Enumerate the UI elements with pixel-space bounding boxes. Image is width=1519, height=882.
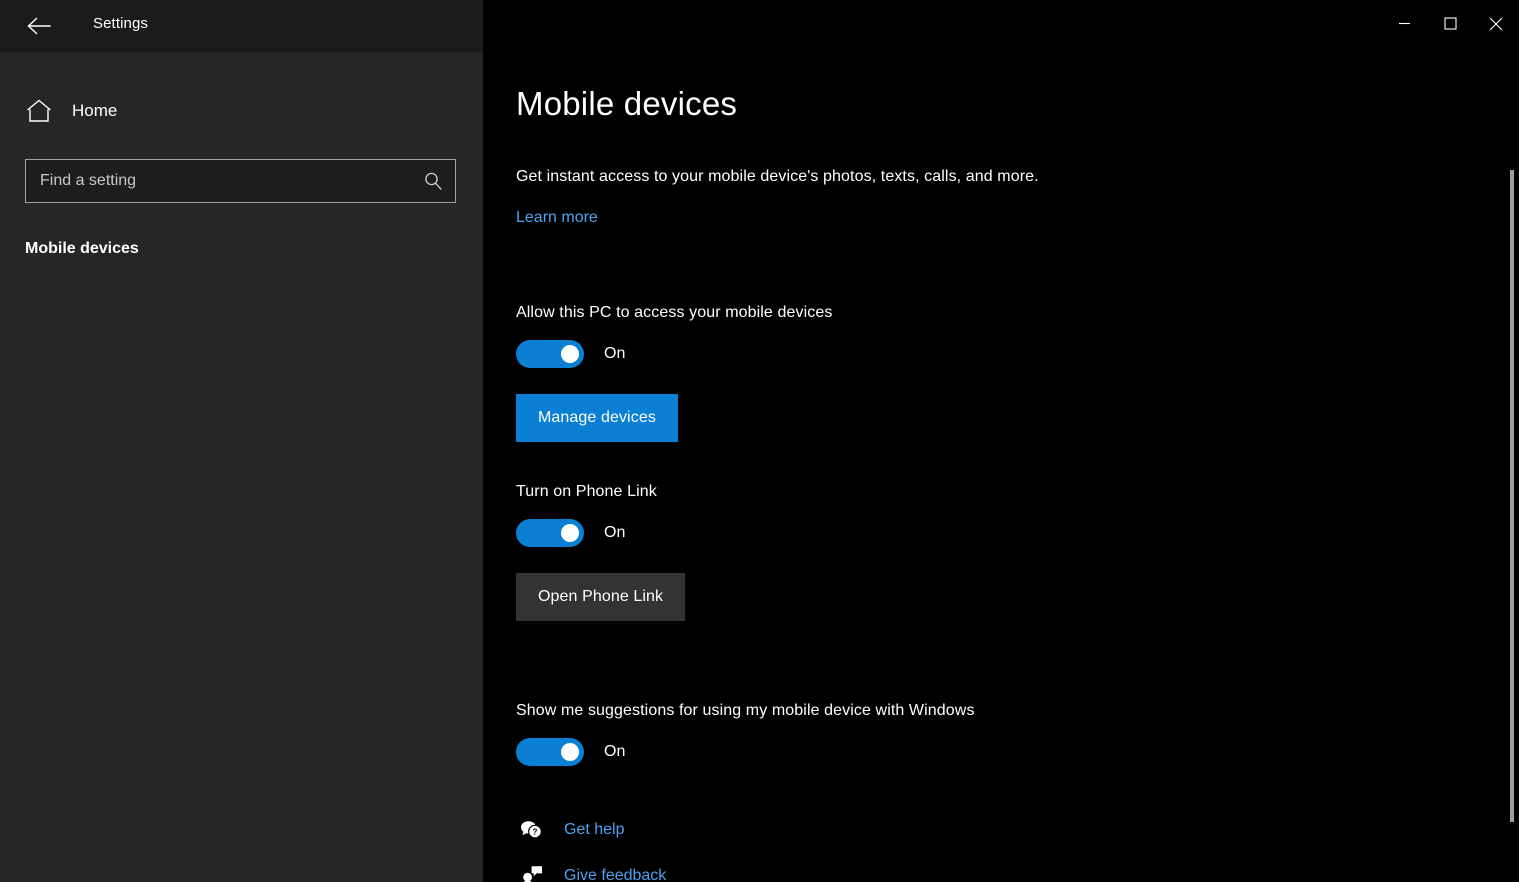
toggle-show-suggestions[interactable] [516, 738, 584, 766]
search-icon[interactable] [411, 160, 455, 202]
maximize-button[interactable] [1427, 0, 1473, 52]
feedback-person-icon [516, 862, 546, 882]
sidebar: Settings Home Mobile devices [0, 0, 483, 882]
get-help-label: Get help [564, 821, 625, 838]
sidebar-item-home[interactable]: Home [0, 90, 483, 132]
scrollbar-thumb[interactable] [1510, 170, 1514, 822]
settings-window: Settings Home Mobile devices [0, 0, 1519, 882]
titlebar-left: Settings [0, 0, 483, 52]
give-feedback-label: Give feedback [564, 867, 667, 882]
toggle-row-show-suggestions: On [516, 738, 625, 766]
learn-more-link[interactable]: Learn more [516, 209, 598, 227]
get-help-link[interactable]: ? Get help [516, 816, 624, 844]
back-arrow-icon [27, 17, 51, 35]
toggle-knob [561, 345, 579, 363]
toggle-knob [561, 524, 579, 542]
toggle-phone-link[interactable] [516, 519, 584, 547]
back-button[interactable] [18, 8, 60, 44]
maximize-icon [1443, 17, 1457, 35]
setting-label-show-suggestions: Show me suggestions for using my mobile … [516, 702, 975, 719]
toggle-state-allow-pc-access: On [604, 345, 626, 362]
manage-devices-button[interactable]: Manage devices [516, 394, 678, 442]
svg-text:?: ? [533, 828, 538, 837]
search-input[interactable] [26, 160, 411, 202]
close-button[interactable] [1473, 0, 1519, 52]
toggle-row-allow-pc-access: On [516, 340, 625, 368]
titlebar-right [483, 0, 1519, 52]
help-bubble-icon: ? [516, 816, 546, 844]
setting-label-turn-on-phone-link: Turn on Phone Link [516, 483, 657, 500]
main-content: Mobile devices Get instant access to you… [483, 52, 1519, 882]
toggle-row-phone-link: On [516, 519, 625, 547]
open-phone-link-button[interactable]: Open Phone Link [516, 573, 686, 621]
toggle-knob [561, 743, 579, 761]
sidebar-item-home-label: Home [72, 101, 118, 120]
toggle-allow-pc-access[interactable] [516, 340, 584, 368]
setting-label-allow-pc-access: Allow this PC to access your mobile devi… [516, 304, 833, 321]
page-description: Get instant access to your mobile device… [516, 168, 1039, 185]
scrollbar-track[interactable] [1505, 52, 1519, 882]
close-icon [1489, 17, 1503, 36]
minimize-button[interactable] [1381, 0, 1427, 52]
sidebar-group-title-mobile-devices[interactable]: Mobile devices [25, 240, 139, 258]
search-box[interactable] [25, 159, 456, 203]
toggle-state-show-suggestions: On [604, 743, 626, 760]
window-controls [1381, 0, 1519, 52]
home-icon [24, 96, 54, 126]
page-title: Mobile devices [516, 85, 738, 122]
app-title: Settings [93, 15, 148, 32]
minimize-icon [1398, 17, 1411, 35]
toggle-state-phone-link: On [604, 524, 626, 541]
give-feedback-link[interactable]: Give feedback [516, 862, 666, 882]
